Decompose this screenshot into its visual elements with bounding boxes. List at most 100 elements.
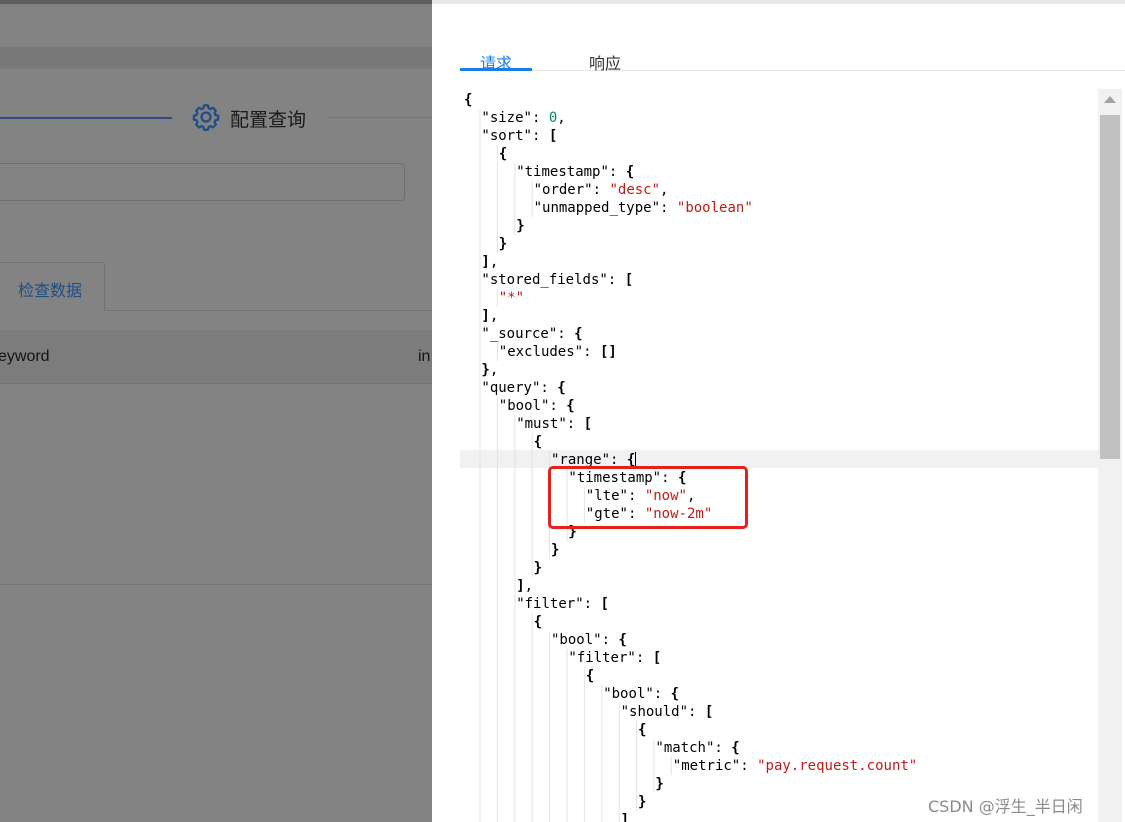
text-cursor xyxy=(635,452,636,467)
code-token: "timestamp" xyxy=(516,164,609,180)
code-token: } xyxy=(516,218,525,234)
code-token: "desc" xyxy=(609,182,661,198)
vertical-scrollbar[interactable] xyxy=(1098,89,1122,822)
code-line: "timestamp": { xyxy=(464,163,917,181)
annotation-highlight-box xyxy=(548,466,748,529)
code-token: } xyxy=(655,776,664,792)
code-token: "stored_fields" xyxy=(481,272,608,288)
code-line: "order": "desc", xyxy=(464,181,917,199)
code-line: "*" xyxy=(464,289,917,307)
table-bottom-rule xyxy=(0,584,432,585)
code-token: 0 xyxy=(548,110,558,126)
code-token: { xyxy=(464,92,473,108)
gear-icon xyxy=(192,104,220,131)
code-token: , xyxy=(524,578,534,594)
code-line: } xyxy=(464,793,917,811)
code-line: ], xyxy=(464,253,917,271)
code-token: : xyxy=(714,740,732,756)
tab-inspect-data[interactable]: 检查数据 xyxy=(0,262,105,311)
code-token: "_source" xyxy=(481,326,558,342)
code-token: "must" xyxy=(516,416,567,432)
code-token: "pay.request.count" xyxy=(757,758,918,774)
code-token: "order" xyxy=(533,182,593,198)
code-line: "should": [ xyxy=(464,703,917,721)
code-line: "metric": "pay.request.count" xyxy=(464,757,917,775)
code-token: : xyxy=(608,164,626,180)
scroll-up-arrow-icon[interactable] xyxy=(1104,96,1116,103)
code-token: , xyxy=(489,362,499,378)
code-line: }, xyxy=(464,361,917,379)
code-line: } xyxy=(464,775,917,793)
search-input[interactable] xyxy=(0,163,405,201)
code-token: "sort" xyxy=(481,128,532,144)
code-line: ], xyxy=(464,577,917,595)
code-token: { xyxy=(566,398,575,414)
code-line: "bool": { xyxy=(464,685,917,703)
code-token: : xyxy=(740,758,758,774)
code-line: } xyxy=(464,217,917,235)
table-header-col1: eyword xyxy=(0,348,50,365)
code-token: : xyxy=(660,200,677,216)
code-token: ] xyxy=(620,812,630,822)
code-token: "filter" xyxy=(516,596,584,612)
code-token: : xyxy=(549,398,567,414)
watermark: CSDN @浮生_半日闲 xyxy=(928,797,1083,816)
code-line: "query": { xyxy=(464,379,917,397)
code-token: : xyxy=(540,380,558,396)
code-token: : xyxy=(531,128,549,144)
code-token: } xyxy=(481,362,490,378)
active-tab-indicator xyxy=(460,68,532,71)
code-token: : xyxy=(583,344,600,360)
code-token: [ xyxy=(548,128,558,144)
code-line: } xyxy=(464,541,917,559)
code-line: "unmapped_type": "boolean" xyxy=(464,199,917,217)
tab-response[interactable]: 响应 xyxy=(589,50,621,74)
code-token: [ xyxy=(704,704,714,720)
code-token: { xyxy=(618,632,627,648)
code-token: { xyxy=(533,614,543,630)
top-divider xyxy=(0,0,432,4)
code-token: : xyxy=(635,650,653,666)
code-token: { xyxy=(533,434,543,450)
code-lines: {"size": 0, "sort": [{"timestamp": {"orde… xyxy=(464,91,917,822)
code-line: "match": { xyxy=(464,739,917,757)
code-token: "unmapped_type" xyxy=(533,200,661,216)
code-line: { xyxy=(464,145,917,163)
code-token: [ xyxy=(600,596,609,612)
code-line: "filter": [ xyxy=(464,649,917,667)
code-token: } xyxy=(551,542,560,558)
code-line: "filter": [ xyxy=(464,595,917,613)
code-line: "stored_fields": [ xyxy=(464,271,917,289)
code-token: : xyxy=(601,632,619,648)
code-token: [ xyxy=(624,272,634,288)
code-token: } xyxy=(533,560,543,576)
tab-baseline xyxy=(105,310,432,311)
code-token: , xyxy=(489,308,499,324)
code-token: "bool" xyxy=(551,632,602,648)
table-header-col2: in xyxy=(418,348,431,365)
code-token: [ xyxy=(583,416,593,432)
code-line: { xyxy=(464,667,917,685)
code-token: { xyxy=(585,668,595,684)
code-token: : xyxy=(557,326,575,342)
code-token: : xyxy=(583,596,601,612)
code-editor[interactable]: {"size": 0, "sort": [{"timestamp": {"orde… xyxy=(460,89,1098,822)
code-token: "should" xyxy=(620,704,689,720)
scrollbar-thumb[interactable] xyxy=(1100,115,1120,459)
code-token: "excludes" xyxy=(498,344,584,360)
code-token: { xyxy=(498,146,508,162)
code-line: ] xyxy=(464,811,917,822)
code-token: } xyxy=(498,236,508,252)
section-rule-left xyxy=(0,117,172,119)
drawer-top-border xyxy=(432,0,1125,4)
code-token: : xyxy=(531,110,549,126)
code-line: "sort": [ xyxy=(464,127,917,145)
code-token: { xyxy=(731,740,740,756)
code-line: ], xyxy=(464,307,917,325)
code-token: : xyxy=(607,272,625,288)
drawer-tabs: 请求 响应 xyxy=(460,44,1125,74)
code-line: } xyxy=(464,235,917,253)
code-line: { xyxy=(464,91,917,109)
request-drawer: 请求 响应 {"size": 0, "sort": [{"timestamp": … xyxy=(432,0,1125,822)
code-token: : xyxy=(653,686,671,702)
